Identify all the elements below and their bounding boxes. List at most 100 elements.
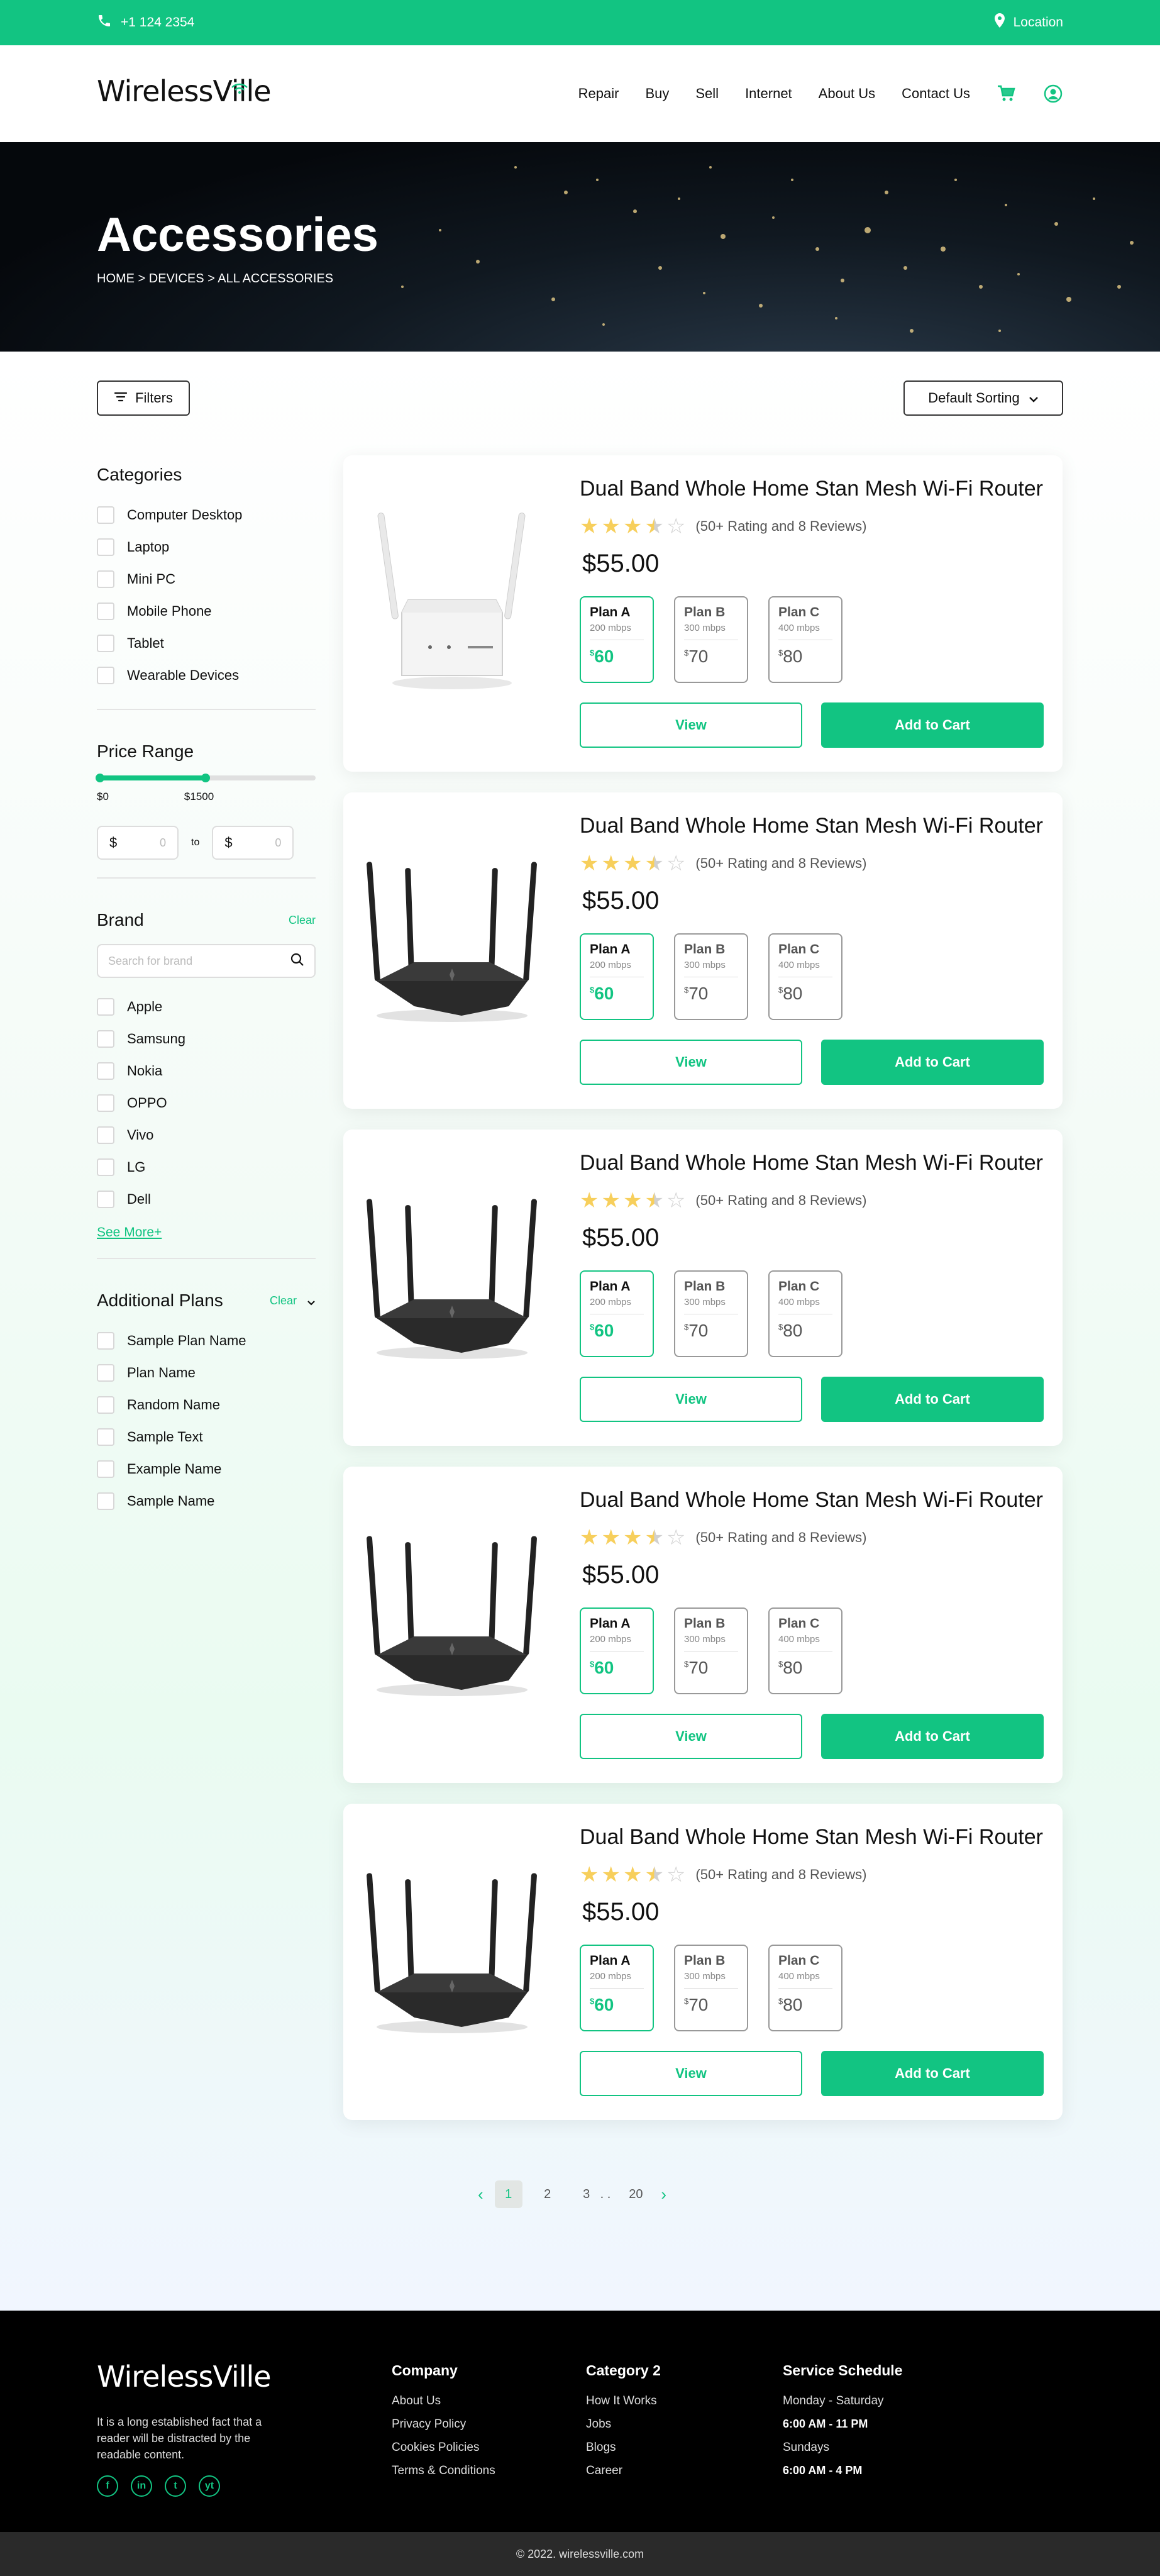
- page-1[interactable]: 1: [494, 2180, 522, 2208]
- checkbox[interactable]: [97, 1190, 114, 1208]
- checkbox[interactable]: [97, 570, 114, 588]
- plan-option[interactable]: Plan C 400 mbps $80: [768, 933, 842, 1020]
- view-button[interactable]: View: [580, 702, 802, 748]
- filters-button[interactable]: Filters: [97, 380, 190, 416]
- view-button[interactable]: View: [580, 2051, 802, 2096]
- plan-option[interactable]: Plan C 400 mbps $80: [768, 1945, 842, 2031]
- plan-option[interactable]: Plan C 400 mbps $80: [768, 1607, 842, 1694]
- brand-checkbox-row[interactable]: Dell: [97, 1183, 316, 1215]
- plan-option[interactable]: Plan C 400 mbps $80: [768, 1270, 842, 1357]
- brand-checkbox-row[interactable]: OPPO: [97, 1087, 316, 1119]
- product-title[interactable]: Dual Band Whole Home Stan Mesh Wi-Fi Rou…: [580, 1488, 1043, 1513]
- price-max-input[interactable]: $ 0: [212, 826, 294, 860]
- view-button[interactable]: View: [580, 1714, 802, 1759]
- plan-option[interactable]: Plan A 200 mbps $60: [580, 596, 654, 683]
- page-20[interactable]: 20: [622, 2180, 649, 2208]
- cart-icon[interactable]: [997, 84, 1017, 104]
- checkbox[interactable]: [97, 538, 114, 556]
- plans-clear-link[interactable]: Clear: [270, 1294, 297, 1307]
- checkbox[interactable]: [97, 506, 114, 524]
- nav-buy[interactable]: Buy: [645, 86, 669, 102]
- add-to-cart-button[interactable]: Add to Cart: [821, 702, 1044, 748]
- nav-contact-us[interactable]: Contact Us: [902, 86, 970, 102]
- plan-option[interactable]: Plan A 200 mbps $60: [580, 1945, 654, 2031]
- plan-option[interactable]: Plan A 200 mbps $60: [580, 1270, 654, 1357]
- chevron-down-icon[interactable]: [307, 1291, 316, 1311]
- category-checkbox-row[interactable]: Mobile Phone: [97, 595, 316, 627]
- user-account-icon[interactable]: [1043, 84, 1063, 104]
- plan-option[interactable]: Plan B 300 mbps $70: [674, 933, 748, 1020]
- category-checkbox-row[interactable]: Tablet: [97, 627, 316, 659]
- brand-checkbox-row[interactable]: Vivo: [97, 1119, 316, 1151]
- checkbox[interactable]: [97, 1126, 114, 1144]
- location-link[interactable]: Location: [992, 0, 1063, 45]
- brand-checkbox-row[interactable]: Apple: [97, 991, 316, 1023]
- nav-sell[interactable]: Sell: [695, 86, 719, 102]
- category-checkbox-row[interactable]: Wearable Devices: [97, 659, 316, 691]
- brand-clear-link[interactable]: Clear: [289, 914, 316, 927]
- footer-link-about[interactable]: About Us: [392, 2389, 495, 2412]
- product-title[interactable]: Dual Band Whole Home Stan Mesh Wi-Fi Rou…: [580, 1825, 1043, 1850]
- product-image-black-router[interactable]: [361, 1174, 543, 1387]
- checkbox[interactable]: [97, 602, 114, 620]
- next-page-icon[interactable]: ›: [661, 2185, 666, 2204]
- checkbox[interactable]: [97, 634, 114, 652]
- add-to-cart-button[interactable]: Add to Cart: [821, 1377, 1044, 1422]
- plan-option[interactable]: Plan B 300 mbps $70: [674, 1270, 748, 1357]
- price-min-input[interactable]: $ 0: [97, 826, 179, 860]
- checkbox[interactable]: [97, 1094, 114, 1112]
- nav-about-us[interactable]: About Us: [819, 86, 876, 102]
- footer-logo[interactable]: WirelessVille: [97, 2360, 272, 2394]
- page-3[interactable]: 3: [573, 2180, 600, 2208]
- prev-page-icon[interactable]: ‹: [478, 2185, 483, 2204]
- add-to-cart-button[interactable]: Add to Cart: [821, 2051, 1044, 2096]
- checkbox[interactable]: [97, 1062, 114, 1080]
- plan-checkbox-row[interactable]: Plan Name: [97, 1357, 316, 1389]
- category-checkbox-row[interactable]: Computer Desktop: [97, 499, 316, 531]
- brand-search-input[interactable]: Search for brand: [97, 944, 316, 978]
- footer-link-how-it-works[interactable]: How It Works: [586, 2389, 661, 2412]
- category-checkbox-row[interactable]: Mini PC: [97, 563, 316, 595]
- footer-link-privacy[interactable]: Privacy Policy: [392, 2412, 495, 2436]
- twitter-icon[interactable]: t: [165, 2475, 186, 2497]
- plan-checkbox-row[interactable]: Sample Text: [97, 1421, 316, 1453]
- plan-checkbox-row[interactable]: Sample Name: [97, 1485, 316, 1517]
- facebook-icon[interactable]: f: [97, 2475, 118, 2497]
- product-image-black-router[interactable]: [361, 1511, 543, 1724]
- youtube-icon[interactable]: yt: [199, 2475, 220, 2497]
- nav-repair[interactable]: Repair: [578, 86, 619, 102]
- sort-dropdown[interactable]: Default Sorting: [903, 380, 1063, 416]
- add-to-cart-button[interactable]: Add to Cart: [821, 1040, 1044, 1085]
- product-image-black-router[interactable]: [361, 1848, 543, 2062]
- checkbox[interactable]: [97, 666, 114, 684]
- plan-option[interactable]: Plan C 400 mbps $80: [768, 596, 842, 683]
- brand-checkbox-row[interactable]: Samsung: [97, 1023, 316, 1055]
- see-more-link[interactable]: See More+: [97, 1225, 316, 1240]
- price-min-handle[interactable]: [96, 774, 104, 782]
- plan-checkbox-row[interactable]: Example Name: [97, 1453, 316, 1485]
- price-max-handle[interactable]: [201, 774, 210, 782]
- checkbox[interactable]: [97, 1030, 114, 1048]
- product-title[interactable]: Dual Band Whole Home Stan Mesh Wi-Fi Rou…: [580, 1151, 1043, 1175]
- checkbox[interactable]: [97, 1492, 114, 1510]
- plan-option[interactable]: Plan B 300 mbps $70: [674, 1607, 748, 1694]
- phone-contact[interactable]: +1 124 2354: [97, 0, 194, 45]
- plan-option[interactable]: Plan A 200 mbps $60: [580, 1607, 654, 1694]
- plan-checkbox-row[interactable]: Sample Plan Name: [97, 1324, 316, 1357]
- brand-checkbox-row[interactable]: Nokia: [97, 1055, 316, 1087]
- plan-option[interactable]: Plan B 300 mbps $70: [674, 1945, 748, 2031]
- page-2[interactable]: 2: [534, 2180, 561, 2208]
- plan-option[interactable]: Plan A 200 mbps $60: [580, 933, 654, 1020]
- checkbox[interactable]: [97, 997, 114, 1016]
- product-title[interactable]: Dual Band Whole Home Stan Mesh Wi-Fi Rou…: [580, 814, 1043, 838]
- product-title[interactable]: Dual Band Whole Home Stan Mesh Wi-Fi Rou…: [580, 477, 1043, 501]
- checkbox[interactable]: [97, 1396, 114, 1414]
- linkedin-icon[interactable]: in: [131, 2475, 152, 2497]
- checkbox[interactable]: [97, 1363, 114, 1382]
- product-image-black-router[interactable]: [361, 836, 543, 1050]
- footer-link-terms[interactable]: Terms & Conditions: [392, 2459, 495, 2482]
- site-logo[interactable]: WirelessVille: [97, 74, 272, 108]
- footer-link-career[interactable]: Career: [586, 2459, 661, 2482]
- checkbox[interactable]: [97, 1428, 114, 1446]
- category-checkbox-row[interactable]: Laptop: [97, 531, 316, 563]
